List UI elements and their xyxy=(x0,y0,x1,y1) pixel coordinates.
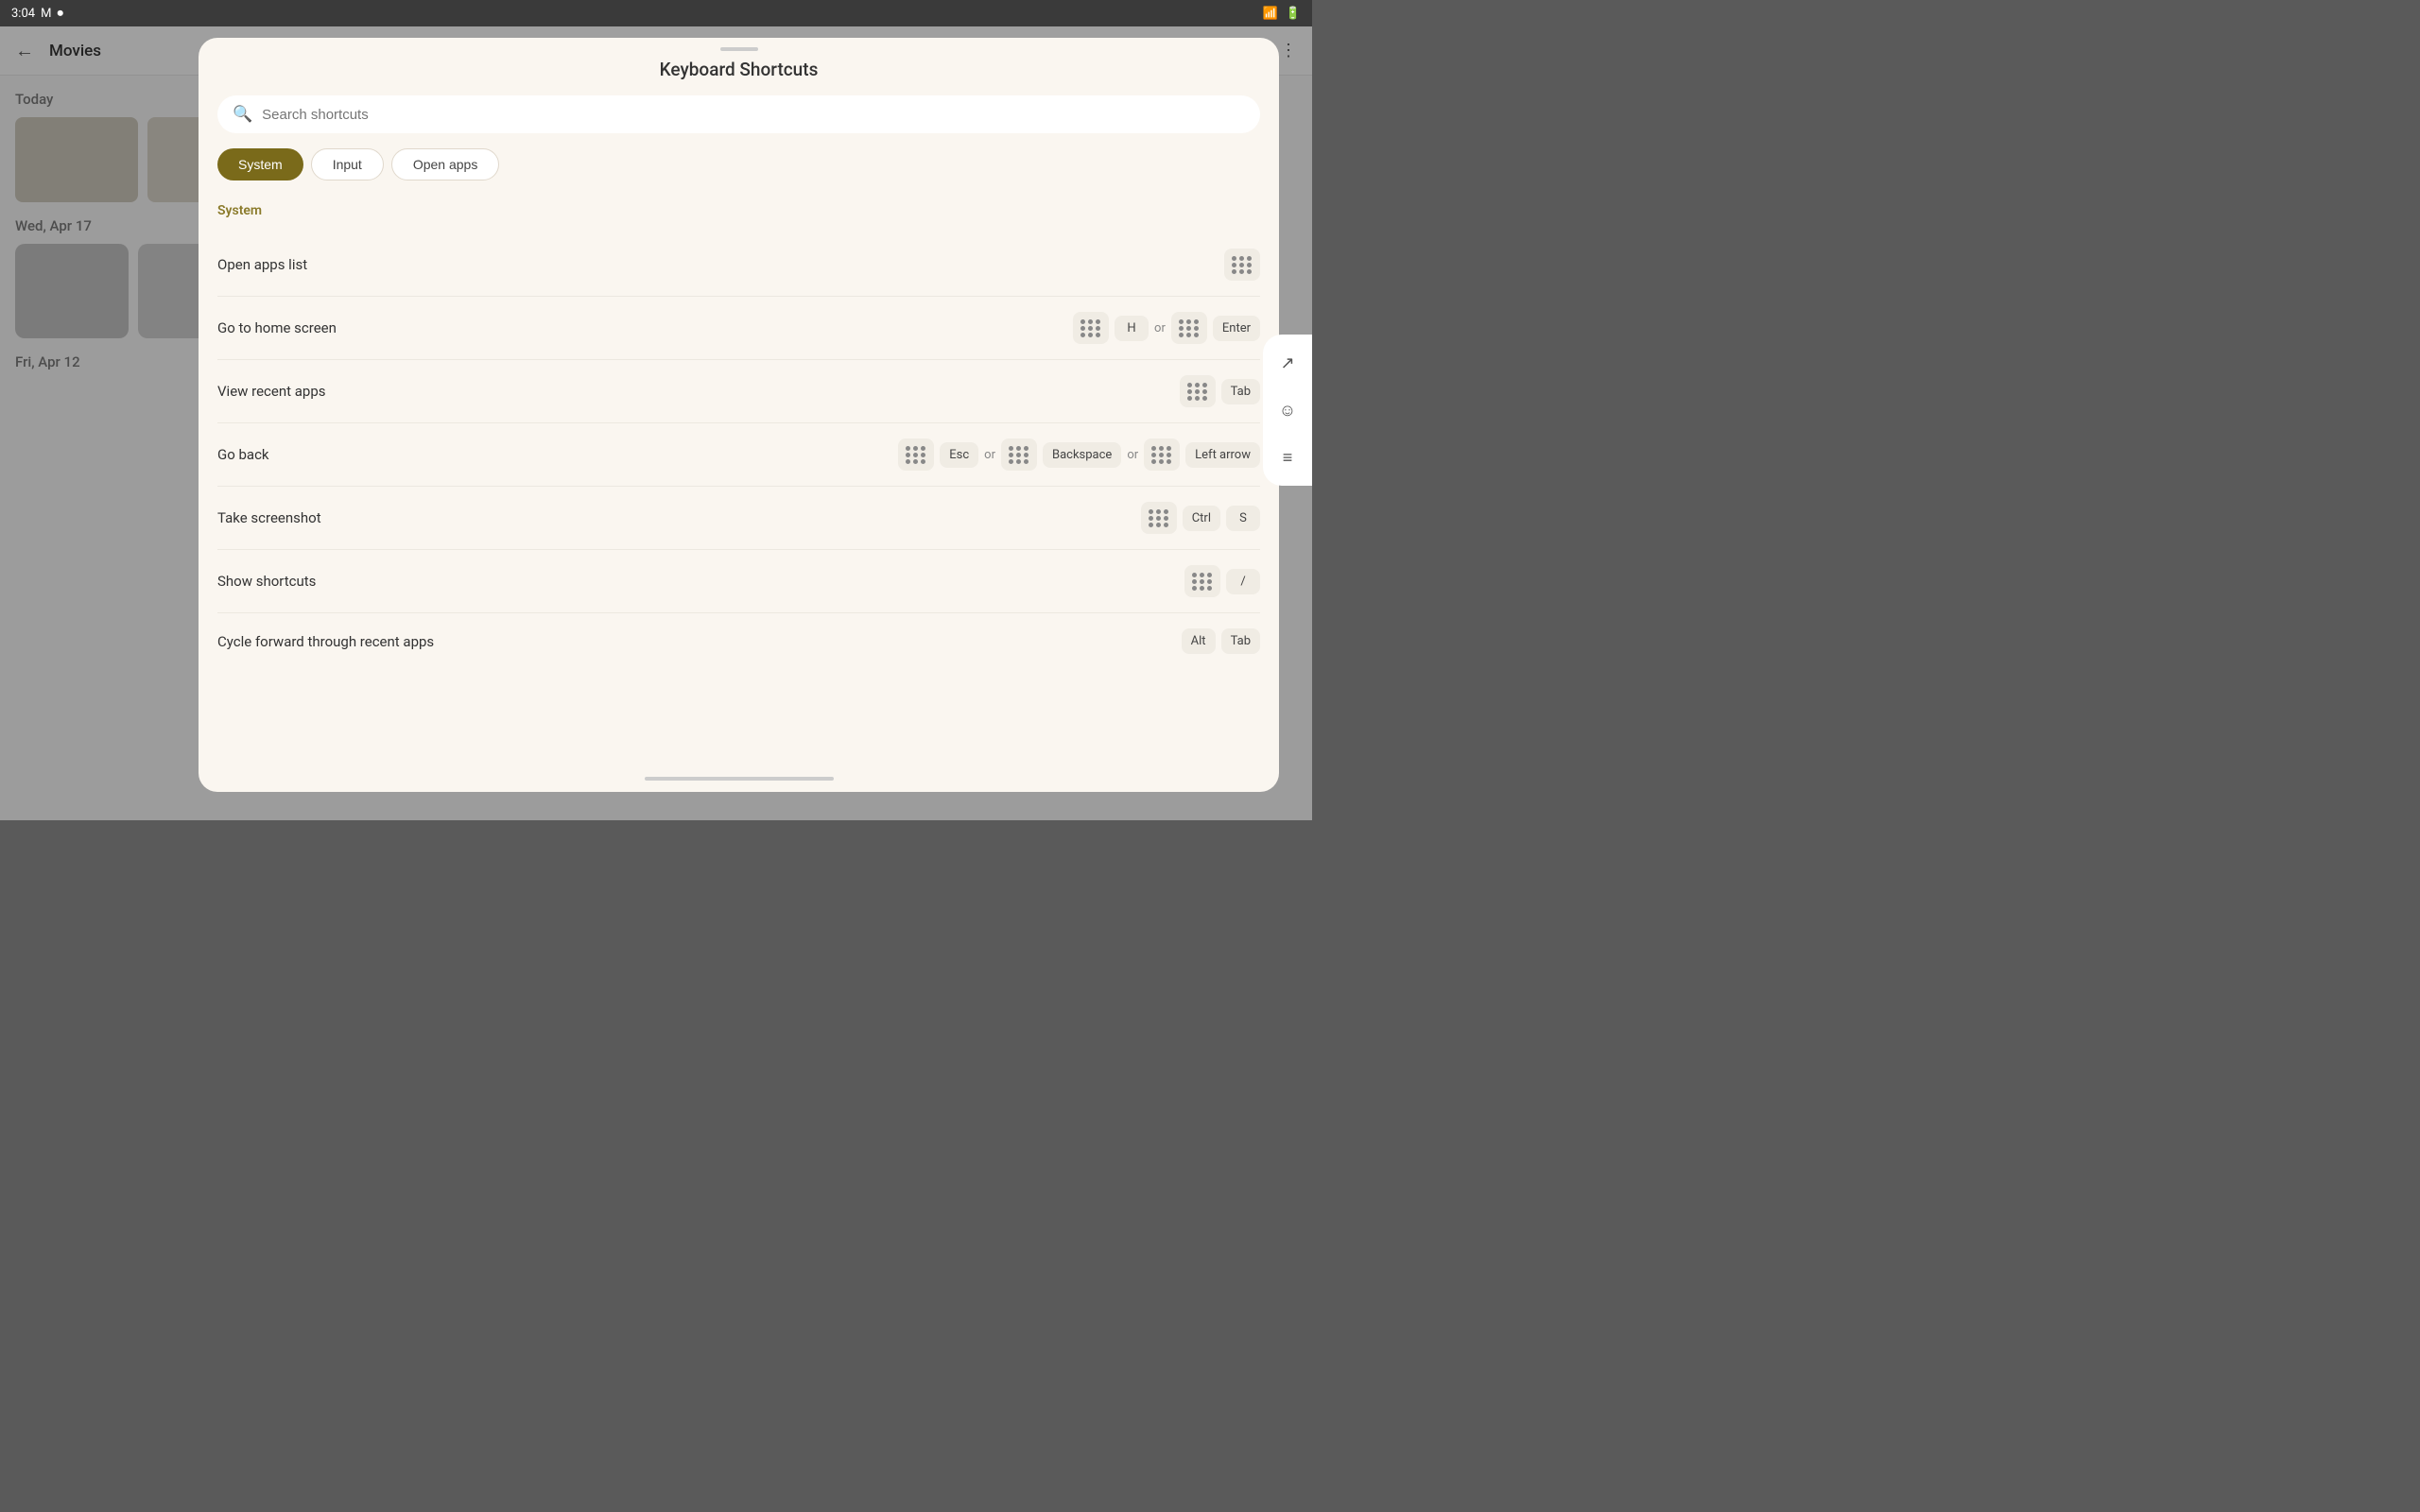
shortcut-row-screenshot: Take screenshot Ctrl S xyxy=(217,487,1260,550)
shortcut-keys: Alt Tab xyxy=(1182,628,1260,654)
expand-button[interactable]: ↗ xyxy=(1267,342,1308,384)
key-dots xyxy=(1184,565,1220,597)
section-header: System xyxy=(217,199,1260,222)
search-input[interactable] xyxy=(262,107,1245,123)
wifi-icon: 📶 xyxy=(1263,7,1278,21)
key-alt: Alt xyxy=(1182,628,1216,654)
shortcut-keys: H or Enter xyxy=(1073,312,1260,344)
sep-or-1: or xyxy=(1154,321,1166,335)
key-slash: / xyxy=(1226,569,1260,594)
status-time: 3:04 xyxy=(11,7,35,21)
modal-title: Keyboard Shortcuts xyxy=(199,59,1279,80)
keyboard-shortcuts-modal: Keyboard Shortcuts 🔍 System Input Open a… xyxy=(199,38,1279,792)
key-backspace: Backspace xyxy=(1043,442,1121,468)
key-enter: Enter xyxy=(1213,316,1260,341)
search-bar[interactable]: 🔍 xyxy=(217,95,1260,133)
key-esc: Esc xyxy=(940,442,978,468)
key-dots xyxy=(1141,502,1177,534)
shortcut-row-cycle: Cycle forward through recent apps Alt Ta… xyxy=(217,613,1260,669)
tab-input[interactable]: Input xyxy=(311,148,384,180)
key-dots xyxy=(1073,312,1109,344)
key-dots xyxy=(898,438,934,471)
shortcut-row-recent: View recent apps Tab xyxy=(217,360,1260,423)
key-h: H xyxy=(1115,316,1149,341)
key-s: S xyxy=(1226,506,1260,531)
key-dots-2 xyxy=(1001,438,1037,471)
status-bar-left: 3:04 M ⏺ xyxy=(11,7,63,21)
sep-or-2: or xyxy=(984,448,995,462)
shortcut-row-open-apps-list: Open apps list xyxy=(217,233,1260,297)
status-bar-right: 📶 🔋 xyxy=(1263,7,1301,21)
email-icon: M xyxy=(41,7,51,21)
shortcut-name: Take screenshot xyxy=(217,509,321,526)
emoji-button[interactable]: ☺ xyxy=(1267,389,1308,431)
tabs-row: System Input Open apps xyxy=(217,148,1260,180)
search-icon: 🔍 xyxy=(233,105,252,124)
shortcut-row-show-shortcuts: Show shortcuts / xyxy=(217,550,1260,613)
shortcut-keys: Esc or Backspace or xyxy=(898,438,1260,471)
shortcut-name: View recent apps xyxy=(217,383,326,400)
key-dots-2 xyxy=(1171,312,1207,344)
status-bar: 3:04 M ⏺ 📶 🔋 xyxy=(0,0,1312,26)
menu-button[interactable]: ≡ xyxy=(1267,437,1308,478)
shortcut-keys: / xyxy=(1184,565,1260,597)
shortcut-keys xyxy=(1224,249,1260,281)
key-tab: Tab xyxy=(1221,379,1260,404)
shortcut-keys: Ctrl S xyxy=(1141,502,1260,534)
key-ctrl: Ctrl xyxy=(1183,506,1220,531)
tab-system[interactable]: System xyxy=(217,148,303,180)
shortcut-name: Cycle forward through recent apps xyxy=(217,633,434,650)
sep-or-3: or xyxy=(1127,448,1138,462)
battery-icon: 🔋 xyxy=(1286,7,1301,21)
float-buttons: ↗ ☺ ≡ xyxy=(1263,335,1312,486)
tab-open-apps[interactable]: Open apps xyxy=(391,148,500,180)
drag-handle[interactable] xyxy=(720,47,758,51)
key-left-arrow: Left arrow xyxy=(1185,442,1260,468)
shortcut-name: Open apps list xyxy=(217,256,307,273)
record-icon: ⏺ xyxy=(57,7,63,21)
scroll-indicator xyxy=(645,777,834,781)
key-dots xyxy=(1224,249,1260,281)
shortcut-name: Show shortcuts xyxy=(217,573,316,590)
key-dots-3 xyxy=(1144,438,1180,471)
key-dots xyxy=(1180,375,1216,407)
key-tab-2: Tab xyxy=(1221,628,1260,654)
shortcut-row-home: Go to home screen H or xyxy=(217,297,1260,360)
shortcut-name: Go to home screen xyxy=(217,319,337,336)
shortcut-row-back: Go back Esc or xyxy=(217,423,1260,487)
shortcut-name: Go back xyxy=(217,446,269,463)
shortcuts-list[interactable]: System Open apps list Go to home screen xyxy=(199,199,1279,769)
shortcut-keys: Tab xyxy=(1180,375,1260,407)
